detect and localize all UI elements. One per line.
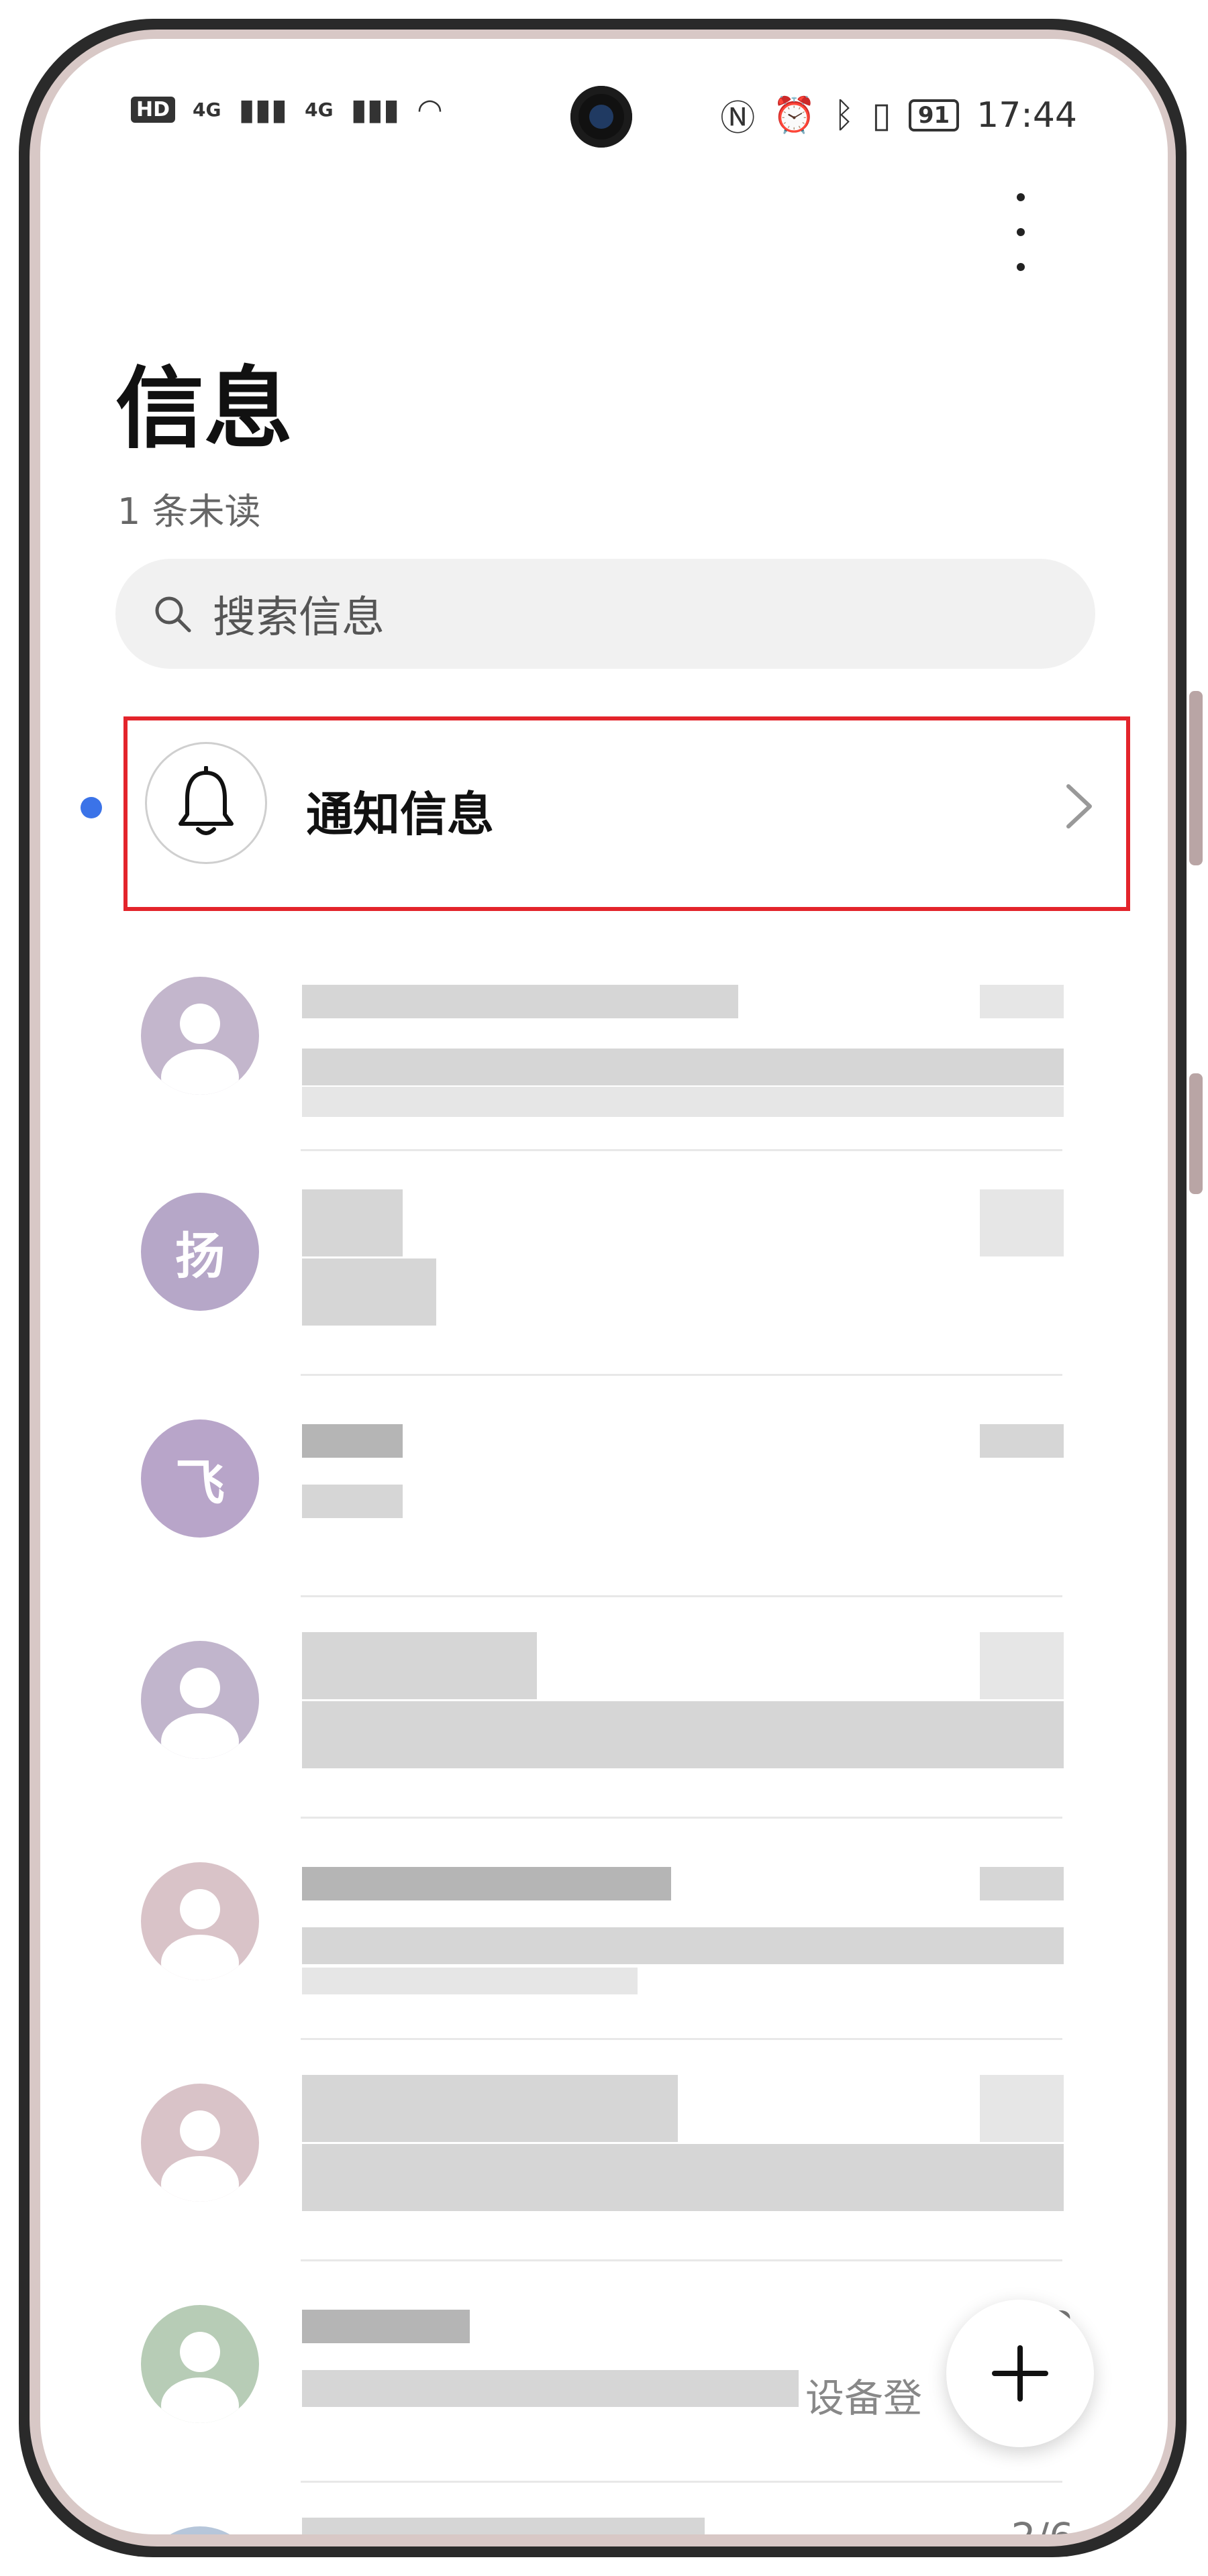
bluetooth-icon: ᛒ	[833, 95, 855, 136]
blurred-sender	[302, 2310, 470, 2343]
contact-avatar	[141, 1862, 259, 1980]
person-icon	[161, 1889, 239, 1980]
conversation-row[interactable]: 2/6	[40, 2481, 1168, 2534]
new-message-button[interactable]	[946, 2300, 1094, 2447]
network-2-label: 4G	[305, 99, 334, 121]
status-time: 17:44	[976, 95, 1077, 136]
blurred-timestamp	[980, 1632, 1064, 1699]
search-icon	[155, 596, 191, 633]
more-dot-icon	[1017, 263, 1025, 271]
blurred-timestamp	[980, 1867, 1064, 1900]
blurred-sender	[302, 2518, 705, 2534]
screen: HD 4G ▮▮▮ 4G ▮▮▮ ◠ Ⓝ ⏰ ᛒ ▯ 91 17:44 信息 1…	[40, 39, 1168, 2534]
status-left: HD 4G ▮▮▮ 4G ▮▮▮ ◠	[131, 93, 443, 127]
battery-indicator: 91	[908, 99, 960, 131]
bell-avatar	[145, 742, 267, 864]
blurred-message	[302, 1049, 1064, 1085]
conversation-row[interactable]	[40, 2038, 1168, 2255]
conversation-row[interactable]: 飞	[40, 1374, 1168, 1591]
blurred-sender	[302, 2075, 678, 2142]
blurred-timestamp	[980, 2075, 1064, 2142]
hd-badge: HD	[131, 97, 176, 123]
conversation-row[interactable]	[40, 1817, 1168, 2034]
nfc-icon: Ⓝ	[720, 99, 756, 139]
more-options-button[interactable]	[1007, 186, 1034, 280]
network-1-label: 4G	[193, 99, 221, 121]
alarm-icon: ⏰	[772, 95, 816, 136]
blurred-message	[302, 2144, 1064, 2211]
person-icon	[141, 2526, 259, 2534]
blurred-message	[302, 1927, 1064, 1964]
blurred-message	[302, 1968, 638, 1994]
conversation-row[interactable]: 扬	[40, 1152, 1168, 1370]
page-title: 信息	[115, 358, 293, 461]
status-right: Ⓝ ⏰ ᛒ ▯ 91 17:44	[720, 90, 1077, 140]
plus-icon	[992, 2345, 1048, 2402]
person-icon	[161, 2110, 239, 2202]
conversation-row[interactable]	[40, 1595, 1168, 1813]
blurred-sender	[302, 1189, 403, 1256]
vibrate-icon: ▯	[872, 95, 891, 136]
power-button	[1189, 1073, 1203, 1194]
blurred-message	[302, 1258, 436, 1326]
avatar-initial: 扬	[175, 1227, 225, 1285]
person-icon	[161, 1004, 239, 1095]
contact-avatar: 飞	[141, 1419, 259, 1538]
contact-avatar	[141, 2084, 259, 2202]
blurred-message	[302, 1485, 403, 1518]
blurred-timestamp	[980, 1189, 1064, 1256]
message-count: 2/6	[1011, 2514, 1074, 2534]
blurred-timestamp	[980, 985, 1064, 1018]
contact-avatar	[141, 2526, 259, 2534]
volume-button	[1189, 691, 1203, 865]
conversation-row[interactable]	[40, 931, 1168, 1148]
blurred-message	[302, 2370, 799, 2407]
person-icon	[161, 1668, 239, 1759]
more-dot-icon	[1017, 228, 1025, 236]
blurred-sender	[302, 1632, 537, 1699]
contact-avatar	[141, 2305, 259, 2423]
contact-avatar: 扬	[141, 1193, 259, 1311]
signal-icon: ▮▮▮	[350, 93, 400, 127]
unread-summary: 1 条未读	[117, 490, 261, 533]
signal-icon: ▮▮▮	[238, 93, 288, 127]
search-placeholder: 搜索信息	[213, 593, 385, 643]
message-snippet: 设备登	[805, 2375, 923, 2421]
blurred-sender	[302, 985, 738, 1018]
wifi-icon: ◠	[417, 93, 443, 127]
bell-icon	[179, 766, 234, 835]
notification-messages-label: 通知信息	[306, 787, 494, 842]
blurred-sender	[302, 1424, 403, 1458]
contact-avatar	[141, 1641, 259, 1759]
more-dot-icon	[1017, 193, 1025, 201]
search-bar[interactable]: 搜索信息	[115, 559, 1095, 669]
front-camera	[570, 86, 632, 148]
blurred-message	[302, 1701, 1064, 1768]
notification-messages-row[interactable]: 通知信息	[123, 716, 1130, 911]
blurred-message	[302, 1087, 1064, 1117]
row-divider	[301, 1149, 1062, 1151]
chevron-right-icon	[1066, 784, 1092, 828]
blurred-timestamp	[980, 1424, 1064, 1458]
unread-dot	[81, 797, 102, 818]
contact-avatar	[141, 977, 259, 1095]
avatar-initial: 飞	[175, 1454, 225, 1512]
person-icon	[161, 2332, 239, 2423]
blurred-sender	[302, 1867, 671, 1900]
